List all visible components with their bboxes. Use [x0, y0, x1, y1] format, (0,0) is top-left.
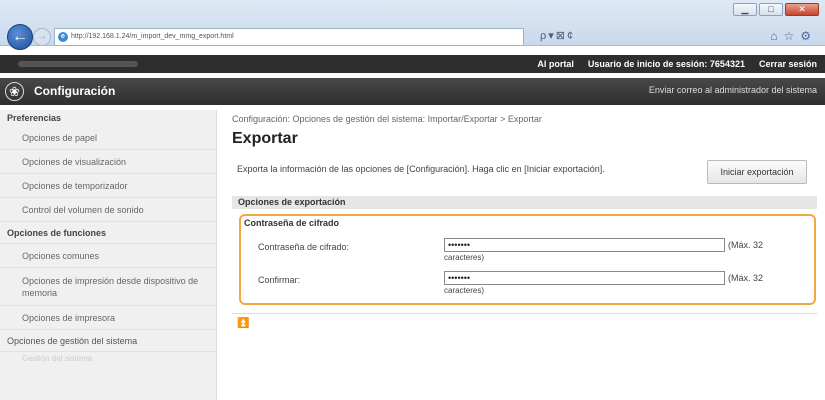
password-max-hint: (Máx. 32: [728, 240, 764, 250]
description-text: Exporta la información de las opciones d…: [237, 164, 605, 174]
sidebar-item-memory-print[interactable]: Opciones de impresión desde dispositivo …: [0, 268, 216, 306]
maximize-button[interactable]: □: [759, 3, 783, 16]
sidebar: Preferencias Opciones de papel Opciones …: [0, 110, 217, 400]
logout-link[interactable]: Cerrar sesión: [759, 55, 817, 73]
back-button[interactable]: ←: [7, 24, 33, 50]
page-title: Exportar: [232, 130, 298, 147]
ie-icon: e: [58, 32, 68, 42]
confirm-max-hint-chars: caracteres): [444, 286, 485, 295]
sidebar-header-functions: Opciones de funciones: [0, 222, 216, 244]
password-input[interactable]: [444, 238, 725, 252]
sidebar-item-printer[interactable]: Opciones de impresora: [0, 306, 216, 330]
encryption-password-panel: Contraseña de cifrado Contraseña de cifr…: [239, 214, 816, 305]
breadcrumb: Configuración: Opciones de gestión del s…: [232, 114, 542, 124]
title-bar: ❀ Configuración Enviar correo al adminis…: [0, 78, 825, 105]
minimize-button[interactable]: ▁: [733, 3, 757, 16]
sidebar-item-system-management[interactable]: Gestión del sistema: [0, 352, 216, 366]
confirm-input[interactable]: [444, 271, 725, 285]
top-bar: Al portal Usuario de inicio de sesión: 7…: [0, 55, 825, 73]
forward-button[interactable]: →: [33, 28, 51, 46]
settings-icon: ❀: [5, 82, 24, 101]
password-label: Contraseña de cifrado:: [258, 242, 350, 252]
search-tools[interactable]: ρ▾⊠¢: [540, 29, 575, 42]
start-export-button[interactable]: Iniciar exportación: [707, 160, 807, 184]
confirm-label: Confirmar:: [258, 275, 301, 285]
home-favorites-tools[interactable]: ⌂☆⚙: [770, 29, 817, 43]
sidebar-header-preferences: Preferencias: [7, 113, 62, 123]
scroll-to-top-icon[interactable]: ⏫: [237, 318, 249, 329]
sidebar-item-volume[interactable]: Control del volumen de sonido: [0, 198, 216, 222]
password-max-hint-chars: caracteres): [444, 253, 485, 262]
sidebar-item-display[interactable]: Opciones de visualización: [0, 150, 216, 174]
url-text: http://192.168.1.24/m_import_dev_mmg_exp…: [71, 33, 234, 40]
window-buttons: ▁ □ ✕: [733, 3, 819, 16]
mail-admin-link[interactable]: Enviar correo al administrador del siste…: [649, 78, 817, 103]
user-label: Usuario de inicio de sesión: 7654321: [587, 59, 745, 69]
close-button[interactable]: ✕: [785, 3, 819, 16]
portal-link[interactable]: Al portal: [537, 55, 574, 73]
confirm-max-hint: (Máx. 32: [728, 273, 764, 283]
divider: [232, 313, 817, 314]
panel-title: Contraseña de cifrado: [244, 218, 340, 228]
address-bar[interactable]: e http://192.168.1.24/m_import_dev_mmg_e…: [54, 28, 524, 46]
sidebar-group-system[interactable]: Opciones de gestión del sistema: [0, 330, 216, 352]
browser-chrome: ▁ □ ✕ ← → e http://192.168.1.24/m_import…: [0, 0, 825, 50]
app-title: Configuración: [34, 84, 116, 98]
sidebar-item-common[interactable]: Opciones comunes: [0, 244, 216, 268]
sidebar-item-paper[interactable]: Opciones de papel: [0, 126, 216, 150]
section-header-export-options: Opciones de exportación: [232, 196, 817, 209]
device-name: [18, 61, 138, 67]
sidebar-item-timer[interactable]: Opciones de temporizador: [0, 174, 216, 198]
